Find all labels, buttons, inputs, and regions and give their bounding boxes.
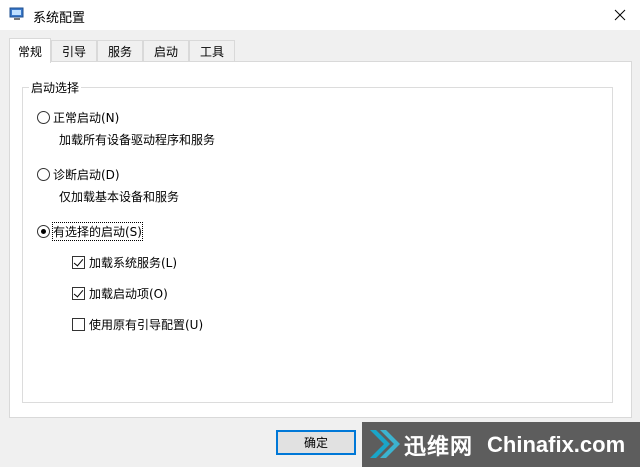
checkbox-label: 使用原有引导配置(U): [89, 318, 204, 332]
chevron-logo-icon: [362, 422, 402, 467]
tab-strip: 常规 引导 服务 启动 工具: [9, 38, 632, 63]
tab-boot[interactable]: 引导: [51, 40, 97, 62]
radio-button[interactable]: [37, 111, 50, 124]
radio-label: 诊断启动(D): [53, 168, 120, 182]
checkbox-use-original-boot-config[interactable]: 使用原有引导配置(U): [72, 316, 203, 333]
watermark: 迅维网 Chinafix.com: [362, 422, 640, 467]
radio-button[interactable]: [37, 225, 50, 238]
option-description: 加载所有设备驱动程序和服务: [59, 133, 216, 147]
group-legend: 启动选择: [29, 79, 82, 96]
option-description: 仅加载基本设备和服务: [59, 190, 180, 204]
tab-tools[interactable]: 工具: [189, 40, 235, 62]
radio-label: 有选择的启动(S): [52, 222, 143, 241]
tab-services[interactable]: 服务: [97, 40, 143, 62]
close-icon: [614, 9, 626, 21]
checkbox[interactable]: [72, 318, 85, 331]
radio-diagnostic-startup[interactable]: 诊断启动(D): [37, 166, 120, 183]
title-bar: 系统配置: [0, 0, 640, 30]
radio-normal-startup[interactable]: 正常启动(N): [37, 109, 119, 126]
tab-startup[interactable]: 启动: [143, 40, 189, 62]
checkbox-label: 加载系统服务(L): [89, 256, 178, 270]
checkbox-load-startup-items[interactable]: 加载启动项(O): [72, 285, 168, 302]
radio-selective-startup[interactable]: 有选择的启动(S): [37, 222, 143, 241]
radio-label: 正常启动(N): [53, 111, 120, 125]
checkbox[interactable]: [72, 287, 85, 300]
checkbox-label: 加载启动项(O): [89, 287, 168, 301]
app-window-icon: [9, 7, 25, 21]
radio-button[interactable]: [37, 168, 50, 181]
tab-panel-general: 启动选择 正常启动(N) 加载所有设备驱动程序和服务 诊断启动(D) 仅加载基本…: [9, 61, 632, 418]
checkbox-load-system-services[interactable]: 加载系统服务(L): [72, 254, 177, 271]
startup-selection-group: 启动选择 正常启动(N) 加载所有设备驱动程序和服务 诊断启动(D) 仅加载基本…: [22, 79, 613, 403]
tab-general[interactable]: 常规: [9, 38, 51, 63]
watermark-site: Chinafix.com: [487, 431, 626, 457]
checkbox[interactable]: [72, 256, 85, 269]
ok-button[interactable]: 确定: [276, 430, 356, 455]
window-title: 系统配置: [33, 11, 86, 26]
close-button[interactable]: [600, 0, 640, 30]
watermark-brand: 迅维网: [404, 434, 474, 460]
